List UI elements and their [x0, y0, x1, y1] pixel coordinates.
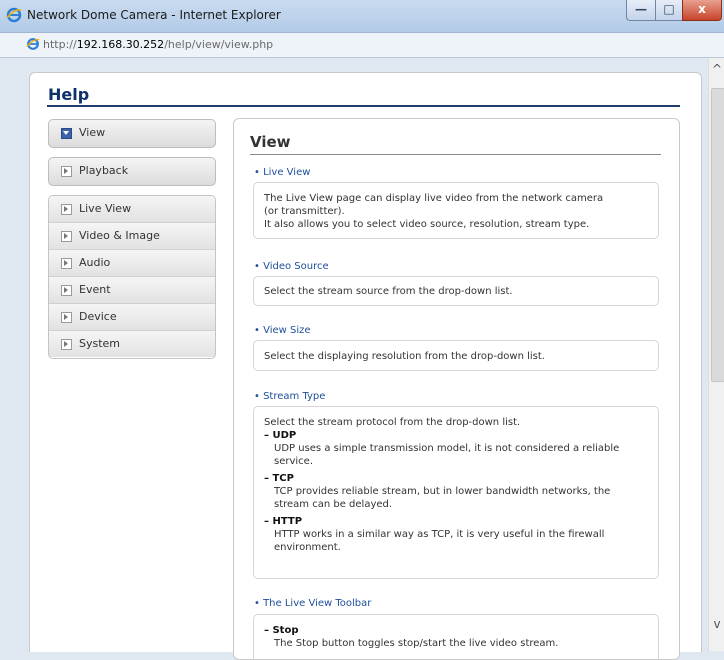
help-content-panel: View • Live View The Live View page can …	[233, 118, 680, 660]
section-heading-stream-type: • Stream Type	[254, 391, 326, 402]
toolbar-description: – Stop The Stop button toggles stop/star…	[253, 614, 659, 659]
expanded-arrow-icon	[61, 128, 72, 139]
collapsed-arrow-icon	[61, 231, 72, 242]
nav-item-label: System	[79, 337, 121, 350]
nav-item-system[interactable]: System	[49, 331, 215, 357]
maximize-button[interactable]: □	[655, 0, 683, 21]
nav-item-video-image[interactable]: Video & Image	[49, 223, 215, 250]
collapsed-arrow-icon	[61, 204, 72, 215]
page-favicon-icon	[26, 38, 40, 50]
video-source-description: Select the stream source from the drop-d…	[253, 276, 659, 306]
close-button[interactable]: x	[682, 0, 722, 21]
collapsed-arrow-icon	[61, 312, 72, 323]
help-page: Help View Playback Live View Video & Ima…	[29, 72, 702, 660]
section-heading-toolbar: • The Live View Toolbar	[254, 598, 372, 609]
nav-item-label: Audio	[79, 256, 111, 269]
window-title: Network Dome Camera - Internet Explorer	[27, 8, 281, 22]
tcp-label: – TCP	[264, 473, 294, 484]
nav-playback-button[interactable]: Playback	[48, 157, 216, 186]
scroll-up-icon[interactable]: ^	[709, 62, 724, 78]
nav-item-label: Event	[79, 283, 111, 296]
nav-group: Live View Video & Image Audio Event Devi…	[48, 195, 216, 359]
view-size-description: Select the displaying resolution from th…	[253, 340, 659, 371]
nav-view-button[interactable]: View	[48, 119, 216, 148]
collapsed-arrow-icon	[61, 258, 72, 269]
nav-item-event[interactable]: Event	[49, 277, 215, 304]
nav-item-device[interactable]: Device	[49, 304, 215, 331]
address-url[interactable]: http://192.168.30.252/help/view/view.php	[43, 38, 273, 51]
udp-label: – UDP	[264, 430, 297, 441]
collapsed-arrow-icon	[61, 166, 72, 177]
scroll-down-icon[interactable]: v	[709, 617, 724, 633]
section-heading-live-view: • Live View	[254, 167, 311, 178]
title-divider	[47, 105, 680, 107]
nav-view-label: View	[79, 126, 106, 139]
live-view-description: The Live View page can display live vide…	[253, 182, 659, 239]
nav-item-audio[interactable]: Audio	[49, 250, 215, 277]
collapsed-arrow-icon	[61, 339, 72, 350]
maximize-icon: □	[663, 2, 675, 16]
internet-explorer-icon	[6, 7, 22, 23]
minimize-icon: —	[635, 2, 647, 16]
collapsed-arrow-icon	[61, 285, 72, 296]
nav-item-label: Live View	[79, 202, 132, 215]
nav-item-label: Device	[79, 310, 117, 323]
nav-playback-label: Playback	[79, 164, 129, 177]
section-heading-view-size: • View Size	[254, 325, 311, 336]
vertical-scrollbar[interactable]: ^ v	[708, 58, 724, 651]
section-heading-video-source: • Video Source	[254, 261, 329, 272]
nav-item-label: Video & Image	[79, 229, 160, 242]
page-title: Help	[48, 85, 90, 104]
stream-type-description: Select the stream protocol from the drop…	[253, 406, 659, 579]
close-icon: x	[698, 2, 706, 16]
minimize-button[interactable]: —	[626, 0, 656, 21]
nav-item-live-view[interactable]: Live View	[49, 196, 215, 223]
stop-label: – Stop	[264, 625, 299, 636]
content-title: View	[250, 133, 291, 151]
address-bar[interactable]: http://192.168.30.252/help/view/view.php	[0, 33, 724, 58]
http-label: – HTTP	[264, 516, 303, 527]
scroll-thumb[interactable]	[711, 88, 724, 382]
content-divider	[250, 154, 661, 155]
window-title-bar: Network Dome Camera - Internet Explorer …	[0, 0, 724, 33]
